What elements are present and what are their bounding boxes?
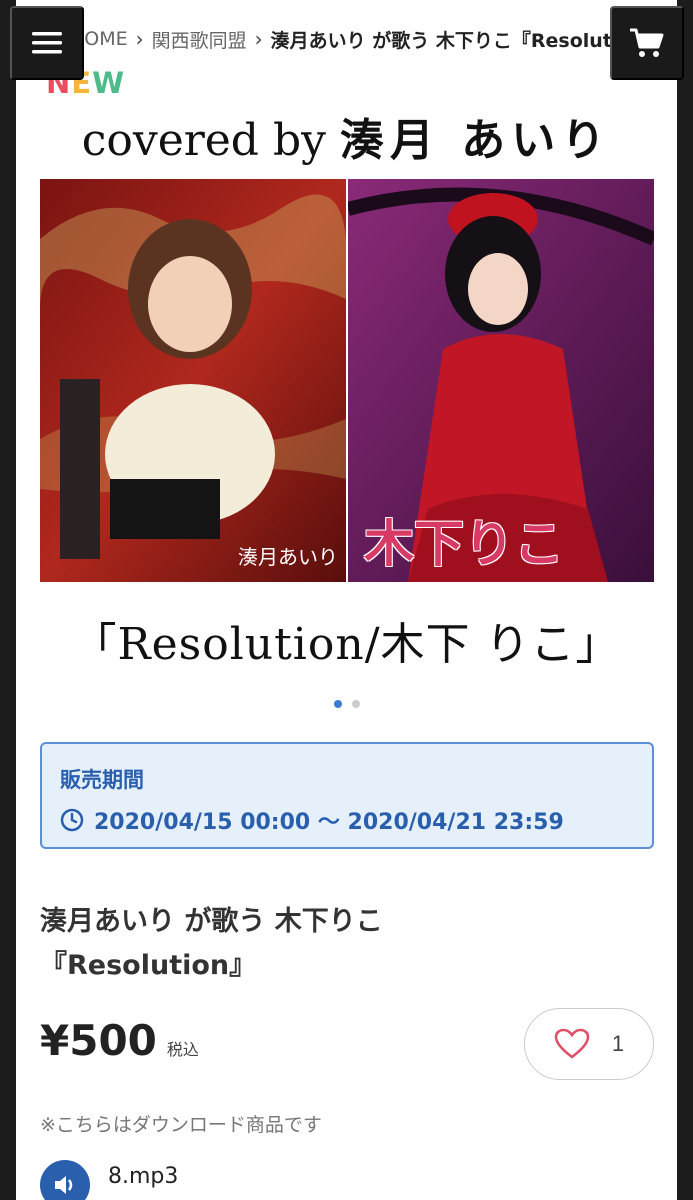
sale-period-title: 販売期間 — [60, 768, 144, 792]
price-row: ¥500 税込 — [40, 1016, 199, 1065]
cover-prefix: covered by — [81, 115, 340, 166]
cover-photo-left[interactable]: 湊月あいり — [40, 179, 346, 582]
cover-heading: covered by 湊月 あいり — [16, 104, 677, 168]
menu-button[interactable] — [10, 6, 84, 80]
cover-song-title: 「Resolution/木下 りこ」 — [72, 619, 621, 670]
photo-right-caption: 木下りこ — [364, 514, 564, 573]
breadcrumb-current: 湊月あいり が歌う 木下りこ『Resolution』 — [270, 29, 664, 52]
sale-period-row: 2020/04/15 00:00 〜 2020/04/21 23:59 — [60, 804, 634, 836]
like-button[interactable]: 1 — [524, 1008, 654, 1080]
sale-period-text: 2020/04/15 00:00 〜 2020/04/21 23:59 — [94, 810, 564, 835]
cart-icon — [630, 28, 664, 57]
carousel-dot[interactable] — [351, 700, 360, 708]
clock-icon — [60, 808, 84, 832]
sale-period-box: 販売期間 2020/04/15 00:00 〜 2020/04/21 23:59 — [40, 742, 654, 849]
product-title: 湊月あいり が歌う 木下りこ 『Resolution』 — [40, 900, 654, 988]
cover-photo-right[interactable]: 木下りこ — [348, 179, 654, 582]
new-badge-letter: W — [92, 66, 126, 100]
product-title-text: 湊月あいり が歌う 木下りこ 『Resolution』 — [40, 906, 383, 981]
chevron-right-icon: › — [254, 27, 263, 51]
cover-artist-name: 湊月 あいり — [339, 115, 612, 166]
file-name: 8.mp3 — [108, 1163, 179, 1189]
download-notice: ※こちらはダウンロード商品です — [40, 1114, 322, 1136]
cart-button[interactable] — [610, 6, 684, 80]
product-price: ¥500 — [40, 1016, 157, 1065]
like-count: 1 — [611, 1031, 625, 1056]
photo-left-caption: 湊月あいり — [238, 545, 338, 569]
chevron-right-icon: › — [135, 27, 144, 51]
carousel-dot[interactable] — [333, 700, 342, 708]
speaker-icon[interactable] — [40, 1160, 90, 1200]
tax-label: 税込 — [166, 1040, 199, 1059]
carousel-dots — [16, 700, 677, 708]
singer-photo-left — [40, 179, 346, 582]
file-item[interactable]: 8.mp3 — [40, 1160, 178, 1200]
product-page: HOME › 関西歌同盟 › 湊月あいり が歌う 木下りこ『Resolution… — [16, 0, 677, 1200]
breadcrumb-category[interactable]: 関西歌同盟 — [148, 26, 251, 53]
hamburger-icon — [32, 32, 62, 54]
heart-icon — [554, 1028, 590, 1059]
breadcrumb: HOME › 関西歌同盟 › 湊月あいり が歌う 木下りこ『Resolution… — [16, 22, 677, 56]
